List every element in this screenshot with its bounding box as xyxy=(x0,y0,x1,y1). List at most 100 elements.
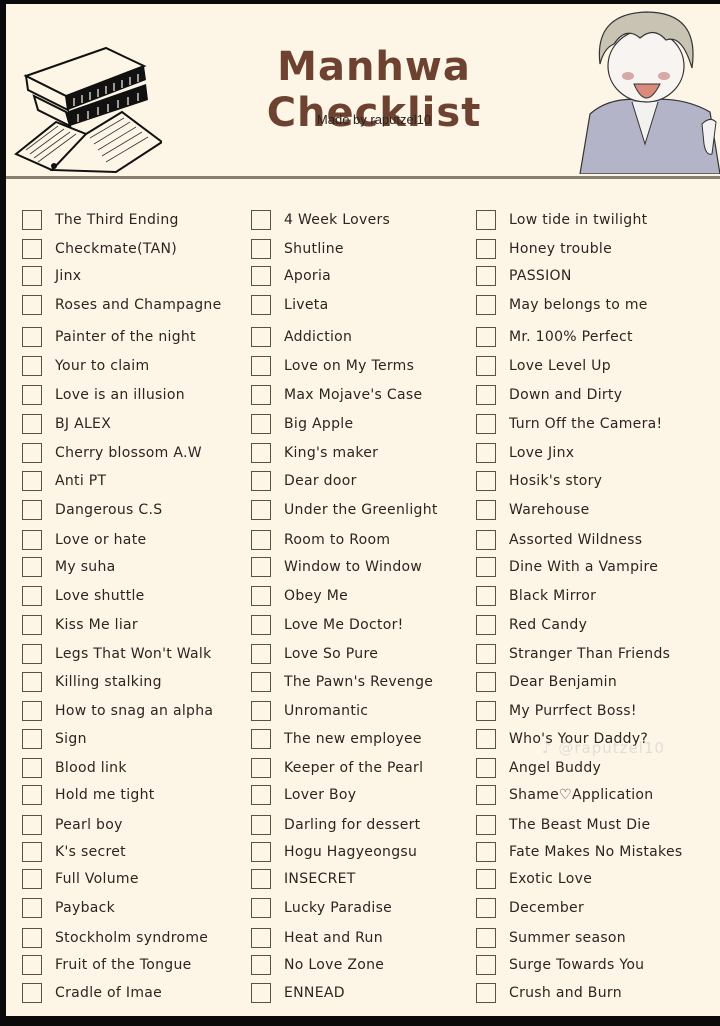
checkbox[interactable] xyxy=(476,815,496,835)
checklist-item[interactable]: 4 Week Lovers xyxy=(251,208,390,232)
checkbox[interactable] xyxy=(22,729,42,749)
checkbox[interactable] xyxy=(251,928,271,948)
checkbox[interactable] xyxy=(476,928,496,948)
checkbox[interactable] xyxy=(22,356,42,376)
checklist-item[interactable]: Love Me Doctor! xyxy=(251,613,404,637)
checklist-item[interactable]: Shame♡Application xyxy=(476,783,653,807)
checkbox[interactable] xyxy=(476,414,496,434)
checklist-item[interactable]: Full Volume xyxy=(22,867,139,891)
checkbox[interactable] xyxy=(476,266,496,286)
checkbox[interactable] xyxy=(22,414,42,434)
checkbox[interactable] xyxy=(251,701,271,721)
checklist-item[interactable]: Love on My Terms xyxy=(251,354,414,378)
checklist-item[interactable]: Jinx xyxy=(22,264,81,288)
checkbox[interactable] xyxy=(251,500,271,520)
checklist-item[interactable]: King's maker xyxy=(251,441,378,465)
checkbox[interactable] xyxy=(22,239,42,259)
checklist-item[interactable]: The Pawn's Revenge xyxy=(251,670,433,694)
checklist-item[interactable]: Anti PT xyxy=(22,469,106,493)
checklist-item[interactable]: The Third Ending xyxy=(22,208,179,232)
checklist-item[interactable]: Cradle of Imae xyxy=(22,981,162,1005)
checkbox[interactable] xyxy=(476,557,496,577)
checkbox[interactable] xyxy=(251,414,271,434)
checkbox[interactable] xyxy=(251,557,271,577)
checklist-item[interactable]: Your to claim xyxy=(22,354,149,378)
checkbox[interactable] xyxy=(22,557,42,577)
checklist-item[interactable]: Down and Dirty xyxy=(476,383,622,407)
checklist-item[interactable]: How to snag an alpha xyxy=(22,699,213,723)
checklist-item[interactable]: Love So Pure xyxy=(251,642,378,666)
checklist-item[interactable]: Addiction xyxy=(251,325,352,349)
checkbox[interactable] xyxy=(476,615,496,635)
checklist-item[interactable]: Max Mojave's Case xyxy=(251,383,422,407)
checklist-item[interactable]: Warehouse xyxy=(476,498,590,522)
checkbox[interactable] xyxy=(476,530,496,550)
checklist-item[interactable]: Payback xyxy=(22,896,115,920)
checkbox[interactable] xyxy=(476,983,496,1003)
checklist-item[interactable]: Love or hate xyxy=(22,528,146,552)
checkbox[interactable] xyxy=(22,758,42,778)
checklist-item[interactable]: Shutline xyxy=(251,237,344,261)
checklist-item[interactable]: Angel Buddy xyxy=(476,756,601,780)
checklist-item[interactable]: Window to Window xyxy=(251,555,422,579)
checkbox[interactable] xyxy=(251,327,271,347)
checklist-item[interactable]: Room to Room xyxy=(251,528,390,552)
checkbox[interactable] xyxy=(22,842,42,862)
checkbox[interactable] xyxy=(476,672,496,692)
checklist-item[interactable]: Exotic Love xyxy=(476,867,592,891)
checkbox[interactable] xyxy=(476,210,496,230)
checklist-item[interactable]: Legs That Won't Walk xyxy=(22,642,212,666)
checkbox[interactable] xyxy=(22,928,42,948)
checklist-item[interactable]: INSECRET xyxy=(251,867,356,891)
checklist-item[interactable]: K's secret xyxy=(22,840,126,864)
checkbox[interactable] xyxy=(22,672,42,692)
checklist-item[interactable]: Checkmate(TAN) xyxy=(22,237,177,261)
checkbox[interactable] xyxy=(251,586,271,606)
checklist-item[interactable]: PASSION xyxy=(476,264,572,288)
checklist-item[interactable]: Stranger Than Friends xyxy=(476,642,670,666)
checklist-item[interactable]: Roses and Champagne xyxy=(22,293,222,317)
checkbox[interactable] xyxy=(251,729,271,749)
checklist-item[interactable]: Red Candy xyxy=(476,613,587,637)
checkbox[interactable] xyxy=(22,266,42,286)
checkbox[interactable] xyxy=(22,898,42,918)
checkbox[interactable] xyxy=(251,239,271,259)
checkbox[interactable] xyxy=(22,869,42,889)
checkbox[interactable] xyxy=(476,729,496,749)
checkbox[interactable] xyxy=(476,239,496,259)
checkbox[interactable] xyxy=(251,443,271,463)
checklist-item[interactable]: Summer season xyxy=(476,926,626,950)
checkbox[interactable] xyxy=(476,758,496,778)
checklist-item[interactable]: Stockholm syndrome xyxy=(22,926,208,950)
checklist-item[interactable]: Dangerous C.S xyxy=(22,498,162,522)
checkbox[interactable] xyxy=(476,295,496,315)
checkbox[interactable] xyxy=(251,385,271,405)
checkbox[interactable] xyxy=(251,356,271,376)
checkbox[interactable] xyxy=(22,210,42,230)
checkbox[interactable] xyxy=(22,815,42,835)
checklist-item[interactable]: Darling for dessert xyxy=(251,813,420,837)
checkbox[interactable] xyxy=(22,586,42,606)
checklist-item[interactable]: Killing stalking xyxy=(22,670,162,694)
checkbox[interactable] xyxy=(22,385,42,405)
checklist-item[interactable]: Blood link xyxy=(22,756,127,780)
checkbox[interactable] xyxy=(22,500,42,520)
checkbox[interactable] xyxy=(251,530,271,550)
checkbox[interactable] xyxy=(476,586,496,606)
checklist-item[interactable]: Cherry blossom A.W xyxy=(22,441,202,465)
checklist-item[interactable]: May belongs to me xyxy=(476,293,648,317)
checkbox[interactable] xyxy=(22,471,42,491)
checkbox[interactable] xyxy=(251,955,271,975)
checklist-item[interactable]: Hogu Hagyeongsu xyxy=(251,840,417,864)
checkbox[interactable] xyxy=(476,955,496,975)
checkbox[interactable] xyxy=(251,898,271,918)
checkbox[interactable] xyxy=(476,356,496,376)
checklist-item[interactable]: Fruit of the Tongue xyxy=(22,953,192,977)
checklist-item[interactable]: Pearl boy xyxy=(22,813,123,837)
checkbox[interactable] xyxy=(22,530,42,550)
checklist-item[interactable]: Love shuttle xyxy=(22,584,145,608)
checkbox[interactable] xyxy=(251,815,271,835)
checklist-item[interactable]: Assorted Wildness xyxy=(476,528,642,552)
checklist-item[interactable]: December xyxy=(476,896,584,920)
checklist-item[interactable]: Keeper of the Pearl xyxy=(251,756,423,780)
